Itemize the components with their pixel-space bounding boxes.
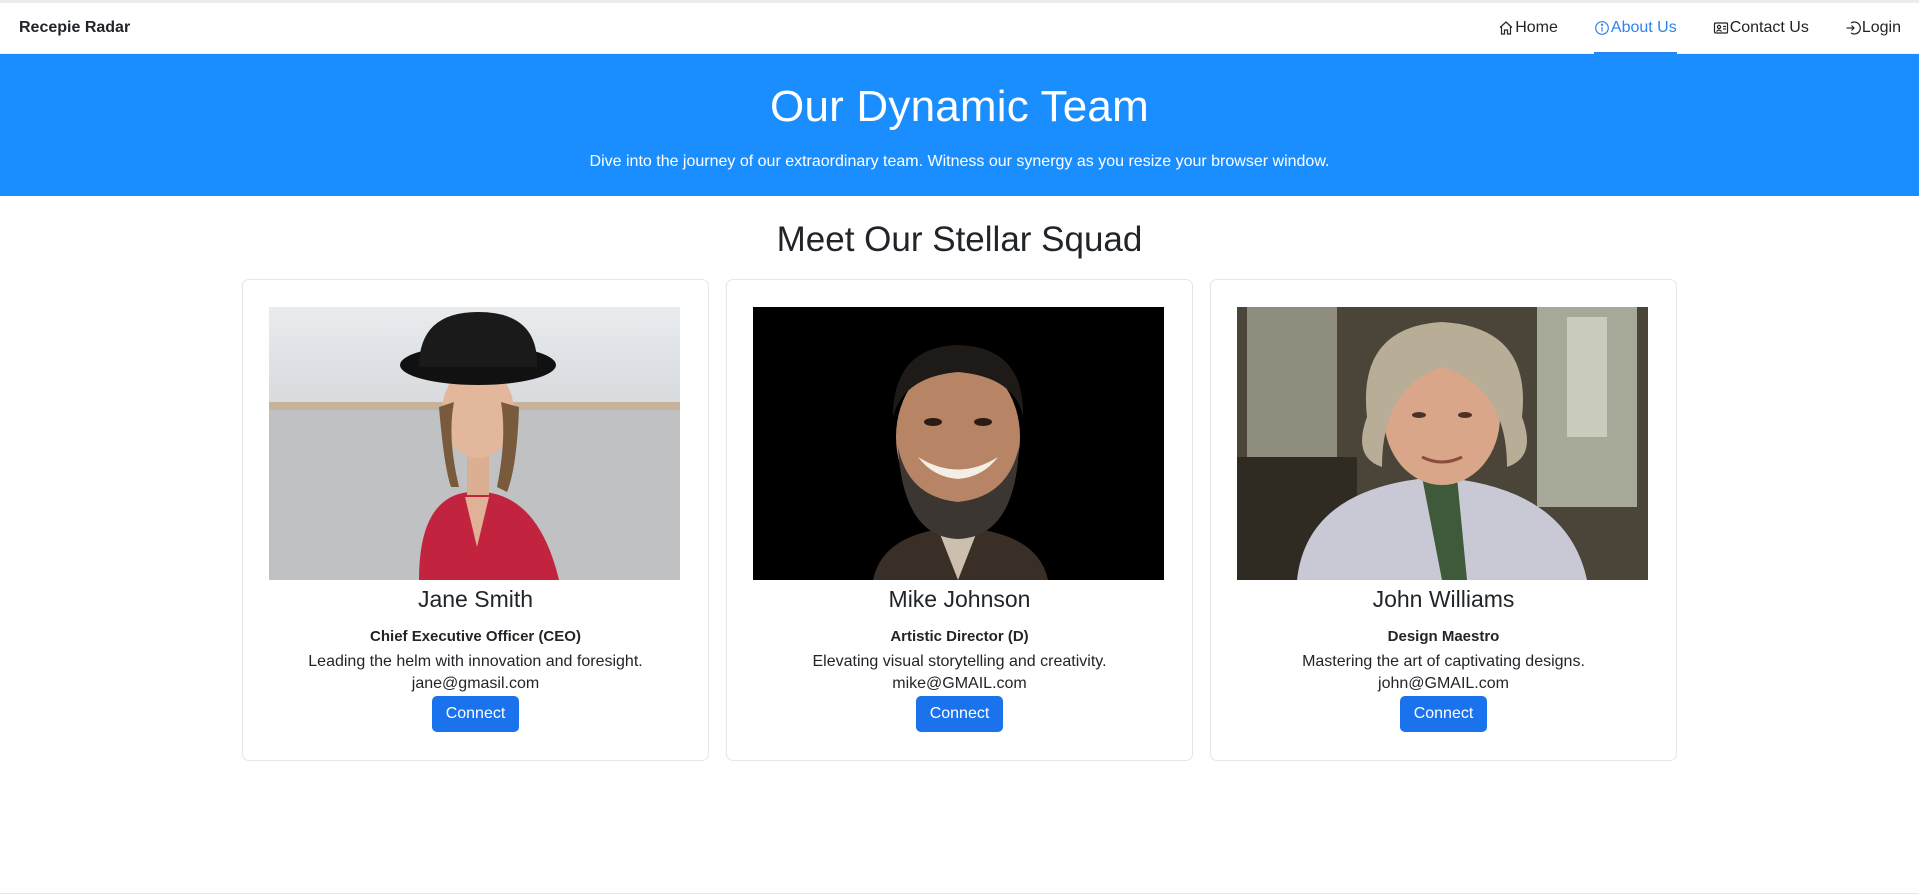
team-card: Mike Johnson Artistic Director (D) Eleva… — [726, 279, 1193, 761]
member-email: john@GMAIL.com — [1378, 675, 1509, 692]
member-email: jane@gmasil.com — [411, 675, 540, 692]
member-description: Elevating visual storytelling and creati… — [812, 653, 1107, 670]
member-name: Mike Johnson — [888, 586, 1031, 612]
member-role: Chief Executive Officer (CEO) — [370, 628, 581, 645]
contact-card-icon — [1713, 22, 1728, 34]
hero-banner: Our Dynamic Team Dive into the journey o… — [0, 54, 1919, 196]
hero-title: Our Dynamic Team — [770, 82, 1149, 131]
nav-about[interactable]: About Us — [1593, 3, 1677, 54]
member-name: Jane Smith — [417, 586, 534, 612]
member-email: mike@GMAIL.com — [892, 675, 1027, 692]
team-photo-jane — [269, 307, 680, 580]
nav-contact[interactable]: Contact Us — [1713, 3, 1809, 54]
login-icon — [1846, 21, 1861, 35]
section-title: Meet Our Stellar Squad — [776, 220, 1143, 259]
member-role: Artistic Director (D) — [890, 628, 1029, 645]
nav-menu: Home About Us Contact Us Login — [1462, 3, 1901, 54]
home-icon — [1499, 21, 1513, 35]
info-icon — [1594, 21, 1609, 35]
team-card: Jane Smith Chief Executive Officer (CEO)… — [242, 279, 709, 761]
nav-contact-label: Contact Us — [1729, 19, 1809, 36]
nav-home-label: Home — [1515, 19, 1558, 36]
footer-divider — [0, 893, 1919, 894]
nav-login-label: Login — [1861, 19, 1901, 36]
team-photo-john — [1237, 307, 1648, 580]
member-description: Leading the helm with innovation and for… — [308, 653, 643, 670]
team-photo-mike — [753, 307, 1164, 580]
connect-button[interactable]: Connect — [1399, 696, 1488, 732]
team-cards: Jane Smith Chief Executive Officer (CEO)… — [242, 279, 1677, 761]
connect-button[interactable]: Connect — [431, 696, 520, 732]
connect-button[interactable]: Connect — [915, 696, 1004, 732]
team-card: John Williams Design Maestro Mastering t… — [1210, 279, 1677, 761]
nav-home[interactable]: Home — [1498, 3, 1558, 54]
member-description: Mastering the art of captivating designs… — [1302, 653, 1585, 670]
brand-logo[interactable]: Recepie Radar — [19, 19, 130, 37]
member-role: Design Maestro — [1387, 628, 1500, 645]
member-name: John Williams — [1372, 586, 1515, 612]
hero-subtitle: Dive into the journey of our extraordina… — [589, 153, 1330, 170]
nav-about-label: About Us — [1610, 19, 1677, 36]
nav-login[interactable]: Login — [1845, 3, 1901, 54]
navbar: Recepie Radar Home About Us Contact Us L… — [0, 3, 1919, 54]
